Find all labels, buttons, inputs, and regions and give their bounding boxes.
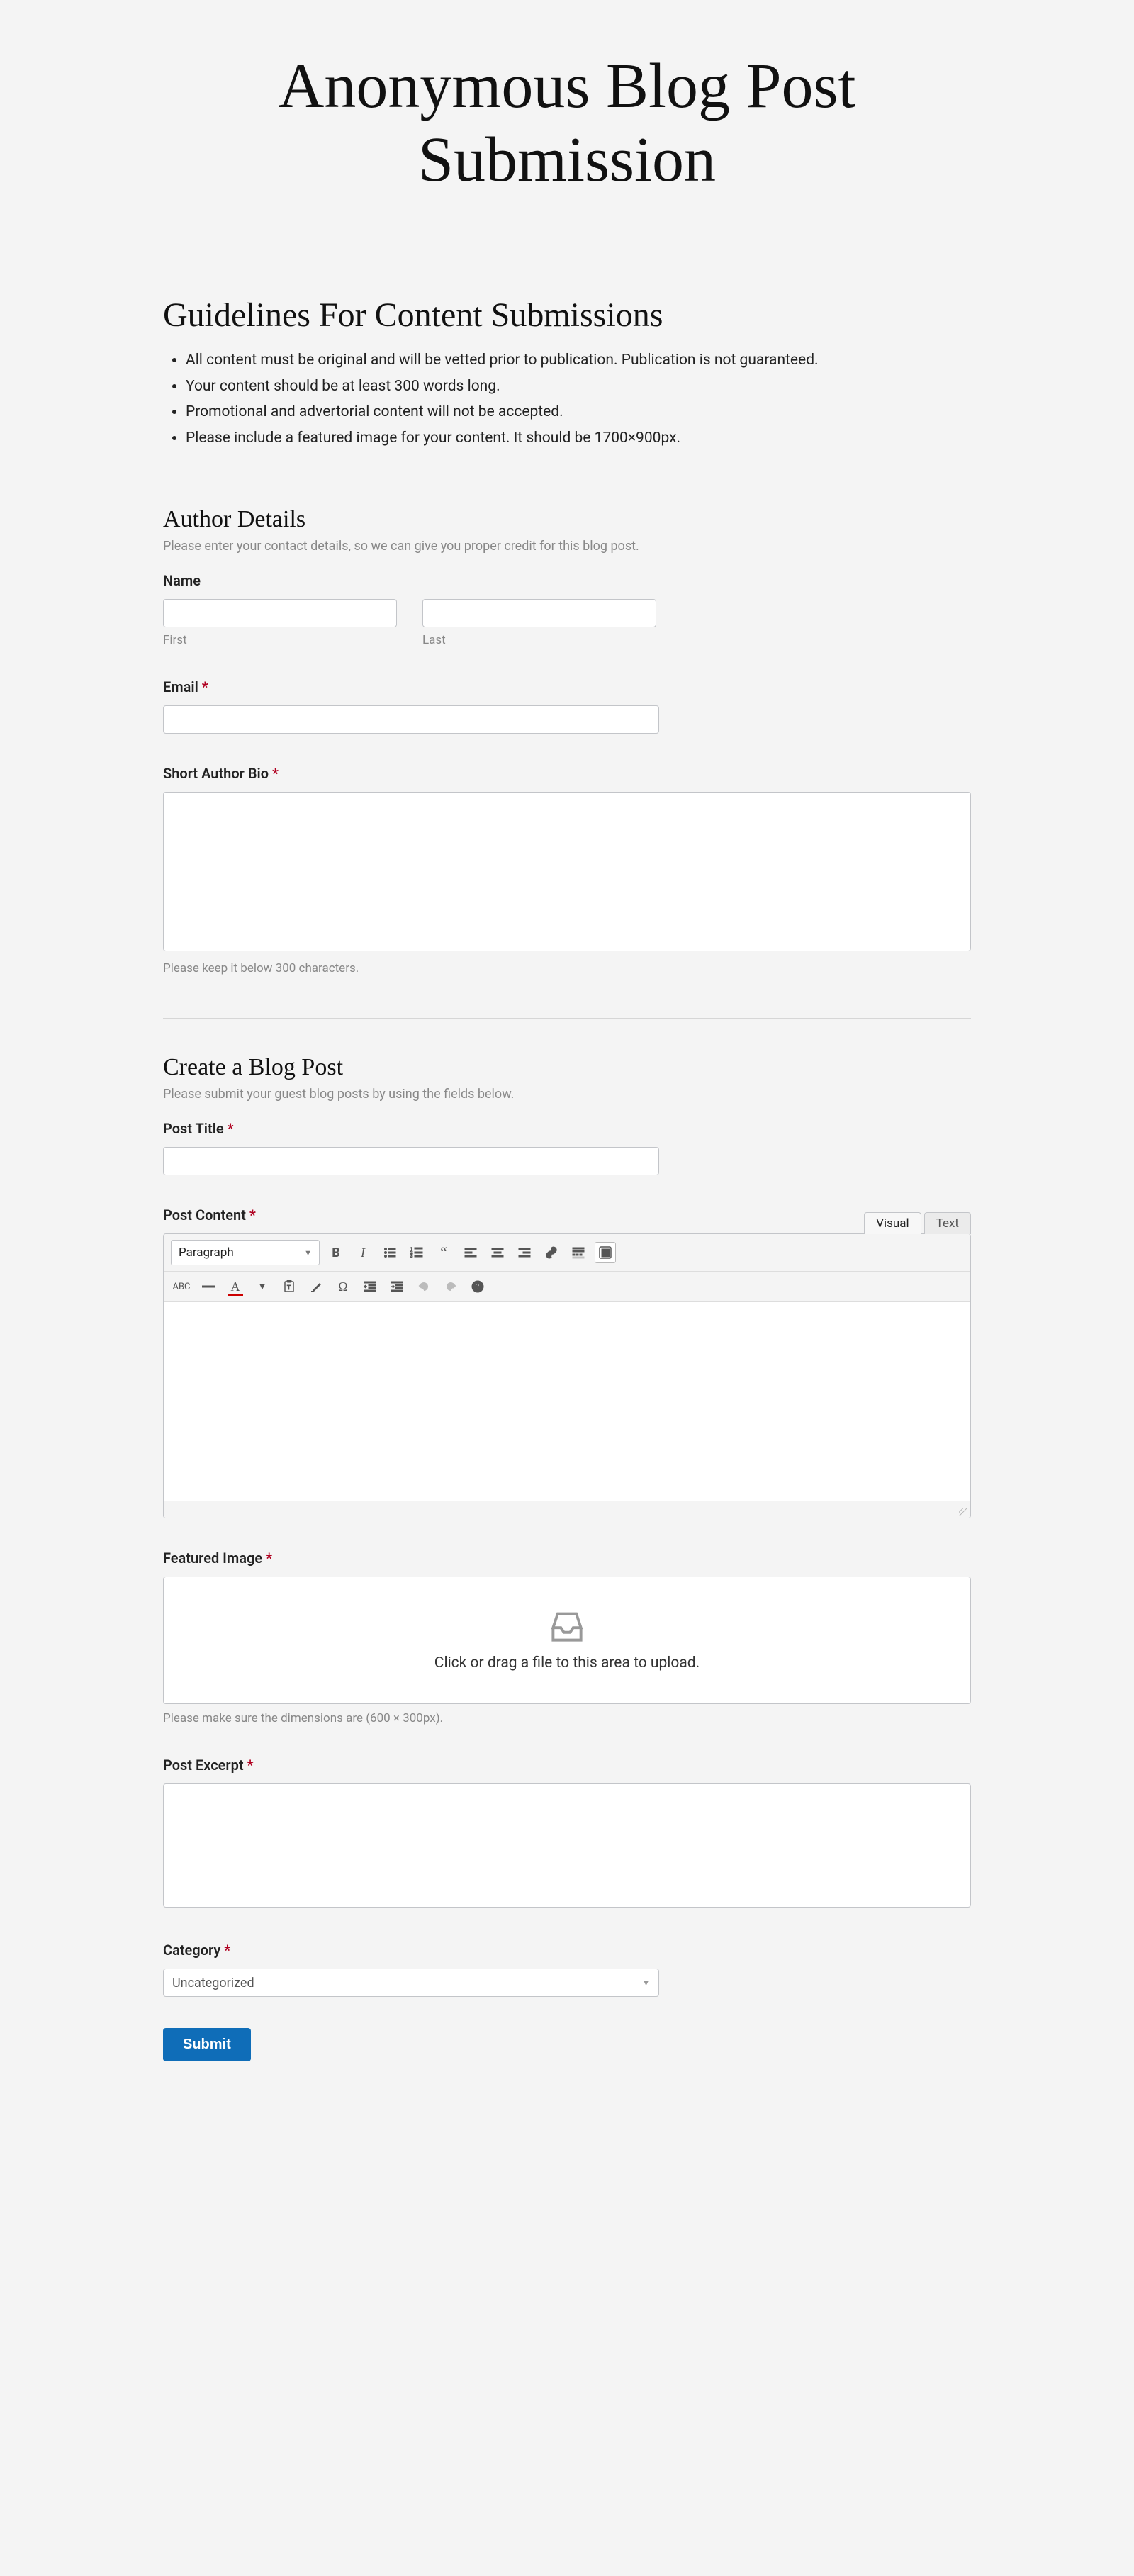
editor-status-bar	[164, 1501, 970, 1518]
tab-text[interactable]: Text	[924, 1212, 971, 1234]
bulleted-list-icon[interactable]	[379, 1242, 400, 1263]
required-marker: *	[249, 1206, 256, 1223]
post-title-label: Post Title *	[163, 1120, 971, 1137]
link-icon[interactable]	[541, 1242, 562, 1263]
author-section: Author Details Please enter your contact…	[163, 506, 971, 975]
guideline-item: Your content should be at least 300 word…	[186, 375, 971, 398]
post-section: Create a Blog Post Please submit your gu…	[163, 1054, 971, 2061]
first-name-sublabel: First	[163, 633, 397, 647]
bold-icon[interactable]: B	[325, 1242, 347, 1263]
post-desc: Please submit your guest blog posts by u…	[163, 1087, 971, 1102]
outdent-icon[interactable]	[359, 1276, 381, 1297]
post-title-input[interactable]	[163, 1147, 659, 1175]
chevron-down-icon: ▼	[642, 1978, 650, 1988]
editor-toolbar-row1: Paragraph ▼ B I 123 “	[164, 1234, 970, 1272]
name-label: Name	[163, 572, 971, 589]
submit-button[interactable]: Submit	[163, 2028, 251, 2061]
post-title-field: Post Title *	[163, 1120, 971, 1175]
indent-icon[interactable]	[386, 1276, 408, 1297]
bio-field: Short Author Bio * Please keep it below …	[163, 765, 971, 975]
section-divider	[163, 1018, 971, 1019]
post-content-field: Post Content * Visual Text Paragraph ▼ B…	[163, 1206, 971, 1518]
guideline-item: All content must be original and will be…	[186, 349, 971, 372]
redo-icon[interactable]	[440, 1276, 461, 1297]
featured-image-field: Featured Image * Click or drag a file to…	[163, 1550, 971, 1725]
undo-icon[interactable]	[413, 1276, 434, 1297]
required-marker: *	[272, 765, 279, 782]
insert-more-icon[interactable]	[568, 1242, 589, 1263]
name-field: Name First Last	[163, 572, 971, 647]
svg-text:?: ?	[476, 1282, 480, 1292]
bio-hint: Please keep it below 300 characters.	[163, 961, 971, 975]
post-excerpt-label: Post Excerpt *	[163, 1757, 971, 1774]
editor-content-area[interactable]	[164, 1302, 970, 1501]
special-character-icon[interactable]: Ω	[332, 1276, 354, 1297]
bio-label: Short Author Bio *	[163, 765, 971, 782]
last-name-input[interactable]	[422, 599, 656, 627]
required-marker: *	[228, 1120, 234, 1137]
required-marker: *	[202, 678, 208, 695]
align-right-icon[interactable]	[514, 1242, 535, 1263]
email-input[interactable]	[163, 705, 659, 734]
guidelines-list: All content must be original and will be…	[163, 349, 971, 449]
horizontal-rule-icon[interactable]	[198, 1276, 219, 1297]
format-dropdown[interactable]: Paragraph ▼	[171, 1240, 320, 1265]
text-color-icon[interactable]: A	[225, 1276, 246, 1297]
align-left-icon[interactable]	[460, 1242, 481, 1263]
bio-textarea[interactable]	[163, 792, 971, 951]
email-label: Email *	[163, 678, 971, 695]
color-chevron-icon[interactable]: ▼	[252, 1276, 273, 1297]
featured-image-label: Featured Image *	[163, 1550, 971, 1567]
author-heading: Author Details	[163, 506, 971, 533]
required-marker: *	[247, 1757, 254, 1774]
email-field: Email *	[163, 678, 971, 734]
svg-text:3: 3	[410, 1254, 412, 1259]
editor-tabs: Visual Text	[864, 1212, 971, 1234]
category-label: Category *	[163, 1942, 971, 1959]
toolbar-toggle-icon[interactable]	[595, 1242, 616, 1263]
italic-icon[interactable]: I	[352, 1242, 374, 1263]
required-marker: *	[224, 1942, 230, 1959]
post-content-label: Post Content *	[163, 1206, 971, 1223]
align-center-icon[interactable]	[487, 1242, 508, 1263]
numbered-list-icon[interactable]: 123	[406, 1242, 427, 1263]
post-heading: Create a Blog Post	[163, 1054, 971, 1081]
guidelines-section: Guidelines For Content Submissions All c…	[163, 296, 971, 449]
page-title: Anonymous Blog Post Submission	[163, 50, 971, 196]
guidelines-heading: Guidelines For Content Submissions	[163, 296, 971, 335]
rich-text-editor: Paragraph ▼ B I 123 “	[163, 1233, 971, 1518]
chevron-down-icon: ▼	[304, 1248, 312, 1258]
uploader-text: Click or drag a file to this area to upl…	[434, 1654, 700, 1671]
first-name-input[interactable]	[163, 599, 397, 627]
guideline-item: Promotional and advertorial content will…	[186, 401, 971, 424]
category-select[interactable]: Uncategorized ▼	[163, 1969, 659, 1997]
category-field: Category * Uncategorized ▼	[163, 1942, 971, 1997]
help-icon[interactable]: ?	[467, 1276, 488, 1297]
author-desc: Please enter your contact details, so we…	[163, 539, 971, 554]
post-excerpt-textarea[interactable]	[163, 1783, 971, 1908]
tab-visual[interactable]: Visual	[864, 1212, 921, 1234]
clear-formatting-icon[interactable]	[305, 1276, 327, 1297]
guideline-item: Please include a featured image for your…	[186, 427, 971, 450]
featured-image-hint: Please make sure the dimensions are (600…	[163, 1711, 971, 1725]
blockquote-icon[interactable]: “	[433, 1242, 454, 1263]
inbox-icon	[548, 1609, 586, 1643]
strikethrough-icon[interactable]: ABC	[171, 1276, 192, 1297]
svg-text:T: T	[287, 1284, 291, 1291]
resize-grip-icon[interactable]	[959, 1508, 967, 1516]
required-marker: *	[266, 1550, 272, 1567]
file-uploader[interactable]: Click or drag a file to this area to upl…	[163, 1577, 971, 1704]
editor-toolbar-row2: ABC A ▼ T	[164, 1272, 970, 1302]
paste-text-icon[interactable]: T	[279, 1276, 300, 1297]
last-name-sublabel: Last	[422, 633, 656, 647]
post-excerpt-field: Post Excerpt *	[163, 1757, 971, 1910]
